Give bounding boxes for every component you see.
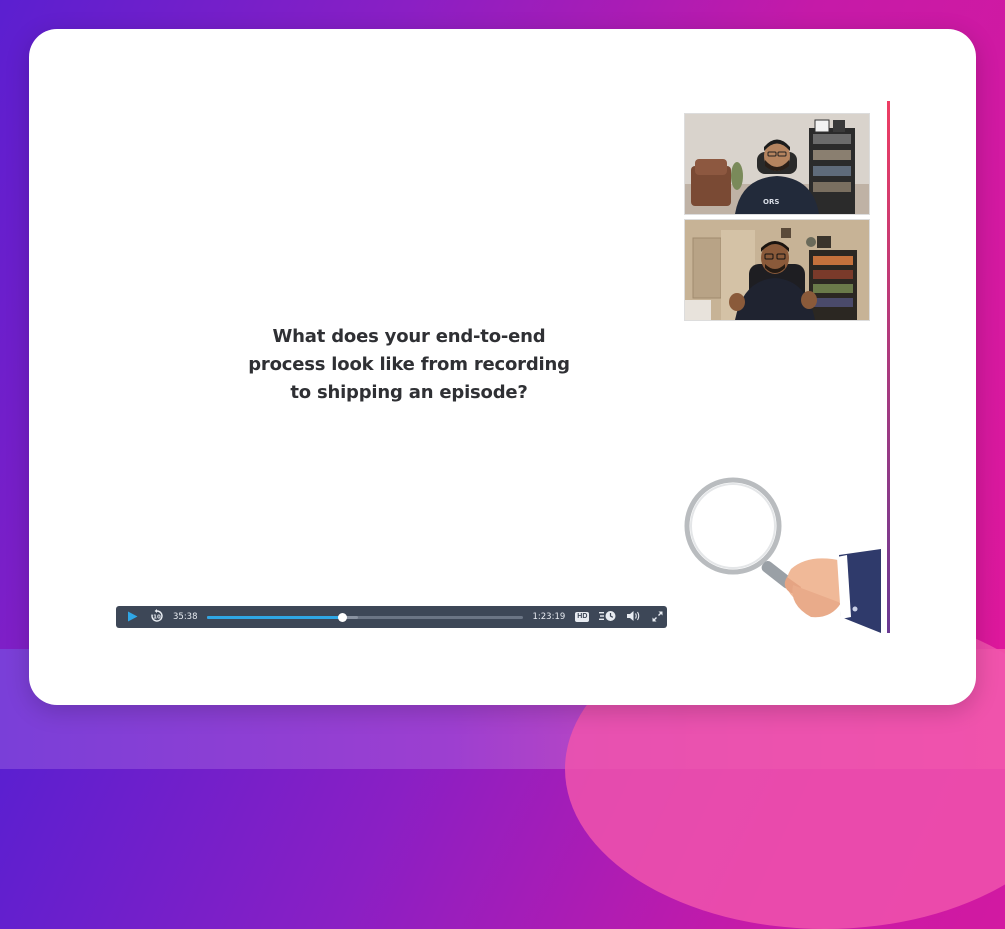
svg-text:10: 10	[153, 615, 161, 621]
question-line: process look like from recording	[248, 354, 570, 375]
replay-10-button[interactable]: 10	[149, 609, 165, 625]
question-line: What does your end-to-end	[272, 326, 546, 347]
seek-bar[interactable]	[206, 612, 523, 622]
fullscreen-icon	[652, 611, 663, 624]
replay-10-icon: 10	[150, 609, 164, 625]
seek-handle[interactable]	[338, 612, 348, 622]
slide-question: What does your end-to-end process look l…	[209, 323, 609, 407]
fullscreen-button[interactable]	[652, 611, 663, 624]
participant-video-2	[684, 219, 870, 321]
volume-icon	[627, 610, 641, 624]
magnifier-illustration	[681, 477, 891, 642]
video-player-controls: 10 35:38 1:23:19 HD	[116, 606, 667, 628]
speed-button[interactable]	[599, 610, 617, 624]
svg-text:ORS: ORS	[763, 198, 779, 206]
play-icon	[127, 611, 138, 624]
duration-time: 1:23:19	[532, 612, 566, 622]
progress-fill	[206, 615, 343, 619]
hd-icon[interactable]: HD	[575, 612, 590, 622]
speed-icon	[599, 610, 617, 624]
current-time: 35:38	[173, 612, 198, 622]
participant-video-1: ORS	[684, 113, 870, 215]
volume-button[interactable]	[627, 610, 641, 624]
play-button[interactable]	[121, 611, 143, 624]
slide-card: What does your end-to-end process look l…	[29, 29, 976, 705]
question-line: to shipping an episode?	[290, 382, 528, 403]
